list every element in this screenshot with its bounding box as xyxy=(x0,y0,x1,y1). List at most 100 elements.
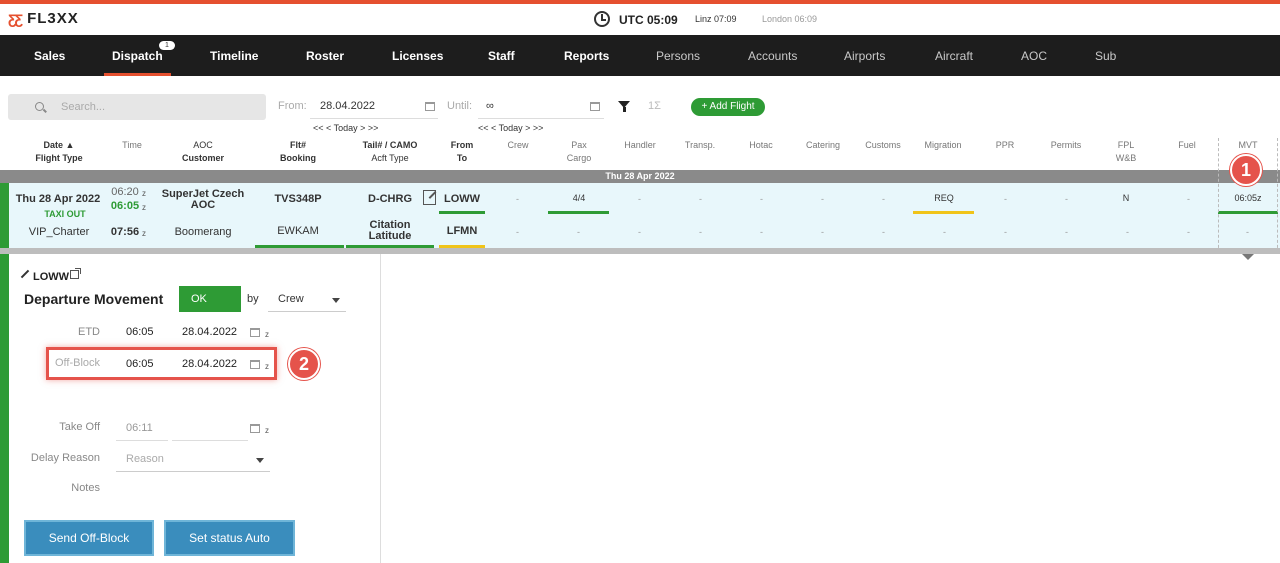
flight-customer[interactable]: Boomerang xyxy=(160,226,246,238)
col-catering[interactable]: Catering xyxy=(797,139,849,152)
col-pax[interactable]: Pax Cargo xyxy=(555,139,603,165)
handler-dash: - xyxy=(638,194,641,204)
col-permits[interactable]: Permits xyxy=(1042,139,1090,152)
logo-mark: ƸƸ xyxy=(8,10,23,27)
calendar-icon[interactable] xyxy=(250,328,260,337)
flight-aircraft-type: Citation Latitude xyxy=(368,219,412,242)
add-flight-button[interactable]: + Add Flight xyxy=(691,98,765,116)
col-from[interactable]: From To xyxy=(442,139,482,165)
nav-sales[interactable]: Sales xyxy=(34,49,65,63)
permits-dash: - xyxy=(1065,194,1068,204)
offblock-time-input[interactable]: 06:05 xyxy=(126,358,154,370)
date-band: Thu 28 Apr 2022 xyxy=(0,170,1280,183)
flight-tail[interactable]: D-CHRG xyxy=(355,193,425,205)
time-actual: 06:05 xyxy=(110,200,140,212)
set-status-auto-button[interactable]: Set status Auto xyxy=(164,520,295,556)
col-handler[interactable]: Handler xyxy=(614,139,666,152)
filter-icon[interactable] xyxy=(618,101,630,112)
nav-sub[interactable]: Sub xyxy=(1095,49,1116,63)
panel-status-bar xyxy=(0,254,9,563)
col-crew[interactable]: Crew xyxy=(498,139,538,152)
col-customs[interactable]: Customs xyxy=(858,139,908,152)
from-label: From: xyxy=(278,100,307,112)
col-time[interactable]: Time xyxy=(110,139,154,152)
nav-airports[interactable]: Airports xyxy=(844,49,885,63)
delay-reason-select[interactable]: Reason xyxy=(116,447,270,472)
nav-reports[interactable]: Reports xyxy=(564,49,609,63)
from-today-nav[interactable]: << < Today > >> xyxy=(313,123,378,133)
callout-marker-2: 2 xyxy=(288,348,320,380)
utc-time: UTC 05:09 xyxy=(619,13,678,27)
etd-time-input[interactable]: 06:05 xyxy=(126,326,154,338)
nav-aoc[interactable]: AOC xyxy=(1021,49,1047,63)
flight-from[interactable]: LOWW xyxy=(442,193,482,205)
send-offblock-button[interactable]: Send Off-Block xyxy=(24,520,154,556)
wb-dash: - xyxy=(1126,227,1129,237)
flight-booking[interactable]: EWKAM xyxy=(258,225,338,237)
nav-roster[interactable]: Roster xyxy=(306,49,344,63)
nav-persons[interactable]: Persons xyxy=(656,49,700,63)
handler-dash: - xyxy=(638,227,641,237)
col-transp[interactable]: Transp. xyxy=(676,139,724,152)
chevron-down-icon xyxy=(256,458,264,463)
mvt-dash: - xyxy=(1246,227,1249,237)
calendar-icon[interactable] xyxy=(590,102,600,111)
col-date[interactable]: Date ▲ Flight Type xyxy=(26,139,92,165)
col-fuel[interactable]: Fuel xyxy=(1170,139,1204,152)
from-date-input[interactable]: 28.04.2022 xyxy=(320,100,375,112)
etd-label: ETD xyxy=(78,326,100,338)
col-flt[interactable]: Flt# Booking xyxy=(268,139,328,165)
flight-pax[interactable]: 4/4 xyxy=(555,193,603,203)
col-aoc[interactable]: AOC Customer xyxy=(170,139,236,165)
nav-licenses[interactable]: Licenses xyxy=(392,49,443,63)
catering-dash: - xyxy=(821,194,824,204)
z-marker: z xyxy=(265,362,269,371)
logo-text: FL3XX xyxy=(27,10,79,27)
takeoff-time-input[interactable]: 06:11 xyxy=(126,422,153,434)
pax-underline xyxy=(548,211,609,214)
col-ppr[interactable]: PPR xyxy=(988,139,1022,152)
nav-timeline[interactable]: Timeline xyxy=(210,49,258,63)
z-marker: z xyxy=(142,203,146,212)
app-logo[interactable]: ƸƸ FL3XX xyxy=(8,10,79,27)
flight-fpl[interactable]: N xyxy=(1106,193,1146,203)
nav-accounts[interactable]: Accounts xyxy=(748,49,797,63)
offblock-date-input[interactable]: 28.04.2022 xyxy=(182,358,237,370)
external-link-icon[interactable] xyxy=(70,268,81,279)
calendar-icon[interactable] xyxy=(250,360,260,369)
flight-number[interactable]: TVS348P xyxy=(258,193,338,205)
flight-to[interactable]: LFMN xyxy=(442,225,482,237)
chevron-down-icon xyxy=(332,298,340,303)
takeoff-date-underline xyxy=(172,440,248,441)
sum-toggle[interactable]: 1Σ xyxy=(648,100,661,112)
callout-marker-1: 1 xyxy=(1230,154,1262,186)
col-migration[interactable]: Migration xyxy=(916,139,970,152)
calendar-icon[interactable] xyxy=(425,102,435,111)
nav-staff[interactable]: Staff xyxy=(488,49,515,63)
by-select[interactable]: Crew xyxy=(268,287,346,312)
col-tail[interactable]: Tail# / CAMO Acft Type xyxy=(355,139,425,165)
search-input[interactable]: Search... xyxy=(8,94,266,120)
movement-status-badge[interactable]: OK xyxy=(179,286,241,312)
delay-reason-placeholder: Reason xyxy=(126,453,164,465)
until-today-nav[interactable]: << < Today > >> xyxy=(478,123,543,133)
until-date-input[interactable]: ∞ xyxy=(486,100,494,112)
nav-dispatch[interactable]: Dispatch xyxy=(104,49,171,76)
z-marker: z xyxy=(142,189,146,198)
flight-migration[interactable]: REQ xyxy=(916,193,972,203)
col-hotac[interactable]: Hotac xyxy=(738,139,784,152)
col-fpl[interactable]: FPL W&B xyxy=(1106,139,1146,165)
flight-aoc: SuperJet Czech AOC xyxy=(161,188,245,211)
etd-date-input[interactable]: 28.04.2022 xyxy=(182,326,237,338)
from-underline xyxy=(439,211,485,214)
cargo-dash: - xyxy=(577,227,580,237)
expand-caret-icon[interactable] xyxy=(1242,254,1254,260)
ppr-dash: - xyxy=(1004,194,1007,204)
movement-airport[interactable]: LOWW xyxy=(33,271,69,283)
note-icon[interactable] xyxy=(423,190,436,205)
calendar-icon[interactable] xyxy=(250,424,260,433)
linz-time: Linz 07:09 xyxy=(695,14,737,24)
search-placeholder: Search... xyxy=(61,101,106,113)
nav-aircraft[interactable]: Aircraft xyxy=(935,49,973,63)
flight-date: Thu 28 Apr 2022 xyxy=(15,193,101,205)
